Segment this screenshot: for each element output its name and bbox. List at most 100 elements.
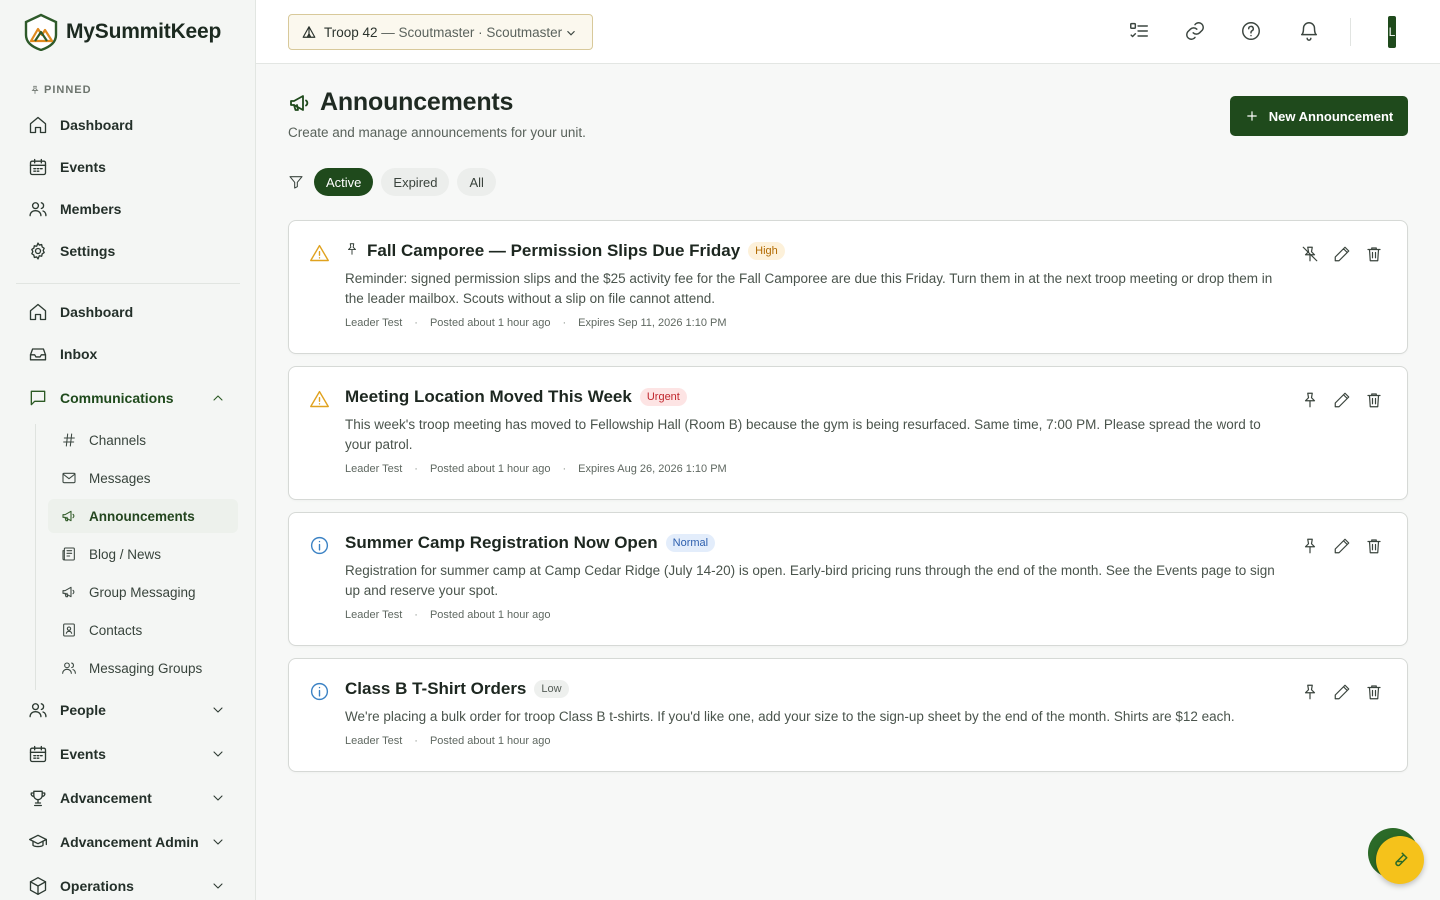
- sidebar-item-group-messaging[interactable]: Group Messaging: [48, 575, 238, 609]
- announcement-body: Registration for summer camp at Camp Ced…: [345, 563, 1275, 598]
- delete-button[interactable]: [1365, 537, 1383, 560]
- delete-button[interactable]: [1365, 683, 1383, 706]
- pinned-members[interactable]: Members: [16, 191, 240, 227]
- edit-button[interactable]: [1333, 391, 1351, 414]
- unit-selector[interactable]: Troop 42 — Scoutmaster · Scoutmaster: [288, 14, 593, 50]
- graduation-cap-icon: [29, 834, 47, 848]
- pin-icon: [1304, 392, 1316, 408]
- nav-events[interactable]: Events: [16, 736, 240, 772]
- sidebar-item-announcements[interactable]: Announcements: [48, 499, 238, 533]
- filter-expired[interactable]: Expired: [381, 168, 450, 196]
- sidebar-item-messaging-groups[interactable]: Messaging Groups: [48, 651, 238, 685]
- pin-button[interactable]: [1301, 391, 1319, 414]
- pencil-icon: [1334, 246, 1350, 262]
- help-button[interactable]: [1240, 20, 1264, 44]
- nav-dashboard[interactable]: Dashboard: [16, 294, 240, 330]
- delete-button[interactable]: [1365, 245, 1383, 268]
- announcement-meta: Leader Test · Posted about 1 hour ago: [345, 735, 551, 747]
- bell-icon: [1300, 22, 1318, 41]
- nav-people[interactable]: People: [16, 692, 240, 728]
- info-circle-icon: [309, 681, 331, 703]
- announcement-title: Summer Camp Registration Now Open: [345, 533, 658, 552]
- new-announcement-button[interactable]: New Announcement: [1230, 96, 1408, 136]
- nav-inbox[interactable]: Inbox: [16, 336, 240, 372]
- link-icon: [1186, 22, 1204, 40]
- warning-triangle-icon: [309, 243, 331, 265]
- announcement-title: Meeting Location Moved This Week: [345, 387, 632, 406]
- trash-icon: [1367, 393, 1381, 408]
- sidebar-divider: [16, 283, 240, 284]
- notifications-button[interactable]: [1298, 20, 1322, 44]
- announcement-card[interactable]: Meeting Location Moved This Week Urgent …: [288, 366, 1408, 500]
- dev-tools-fab[interactable]: [1376, 836, 1424, 884]
- nav-communications[interactable]: Communications: [16, 380, 240, 416]
- edit-button[interactable]: [1333, 245, 1351, 268]
- pinned-dashboard[interactable]: Dashboard: [16, 107, 240, 143]
- test-tube-icon: [1395, 852, 1408, 867]
- pin-off-icon: [1302, 246, 1318, 262]
- announcement-card[interactable]: Class B T-Shirt Orders Low We're placing…: [288, 658, 1408, 772]
- users-icon: [62, 662, 76, 674]
- sidebar-item-contacts[interactable]: Contacts: [48, 613, 238, 647]
- help-circle-icon: [1242, 22, 1260, 40]
- sidebar-item-blog-news[interactable]: Blog / News: [48, 537, 238, 571]
- edit-button[interactable]: [1333, 537, 1351, 560]
- trash-icon: [1367, 539, 1381, 554]
- posted-time: Posted about 1 hour ago: [429, 463, 551, 475]
- box-icon: [29, 877, 47, 895]
- author: Leader Test: [345, 735, 403, 747]
- edit-button[interactable]: [1333, 683, 1351, 706]
- topbar-separator: [1350, 18, 1351, 46]
- mail-icon: [62, 472, 76, 484]
- link-button[interactable]: [1184, 20, 1208, 44]
- home-icon: [29, 303, 47, 321]
- announcement-body: We're placing a bulk order for troop Cla…: [345, 709, 1235, 724]
- unit-name: Troop 42: [324, 24, 378, 40]
- pin-icon: [1304, 684, 1316, 700]
- newspaper-icon: [62, 547, 75, 561]
- avatar[interactable]: L: [1388, 16, 1396, 48]
- announcement-card[interactable]: Summer Camp Registration Now Open Normal…: [288, 512, 1408, 646]
- pin-button[interactable]: [1301, 683, 1319, 706]
- filter-bar: Active Expired All: [288, 168, 496, 196]
- plus-icon: [1247, 111, 1257, 121]
- checklist-icon: [1130, 22, 1148, 38]
- nav-advancement[interactable]: Advancement: [16, 780, 240, 816]
- sidebar-item-messages[interactable]: Messages: [48, 461, 238, 495]
- checklist-button[interactable]: [1128, 20, 1152, 44]
- logo-icon: [24, 13, 58, 51]
- sidebar-item-channels[interactable]: Channels: [48, 423, 238, 457]
- page-subtitle: Create and manage announcements for your…: [288, 125, 586, 140]
- posted-time: Posted about 1 hour ago: [429, 735, 551, 747]
- posted-time: Posted about 1 hour ago: [429, 609, 551, 621]
- filter-icon: [288, 174, 304, 190]
- chevron-down-icon: [213, 839, 223, 845]
- pinned-events[interactable]: Events: [16, 149, 240, 185]
- brand[interactable]: MySummitKeep: [24, 13, 221, 51]
- pinned-settings[interactable]: Settings: [16, 233, 240, 269]
- message-square-icon: [30, 390, 46, 406]
- nav-advancement-admin[interactable]: Advancement Admin: [16, 824, 240, 860]
- pencil-icon: [1334, 684, 1350, 700]
- chevron-up-icon: [213, 395, 223, 401]
- pencil-icon: [1334, 538, 1350, 554]
- announcement-body: Reminder: signed permission slips and th…: [345, 271, 1273, 306]
- pin-icon: [1304, 538, 1316, 554]
- priority-badge: Urgent: [639, 388, 687, 406]
- pin-button[interactable]: [1301, 537, 1319, 560]
- home-icon: [29, 116, 47, 134]
- inbox-icon: [29, 348, 47, 361]
- unpin-button[interactable]: [1301, 245, 1319, 268]
- trash-icon: [1367, 247, 1381, 262]
- announcement-meta: Leader Test · Posted about 1 hour ago: [345, 609, 551, 621]
- filter-all[interactable]: All: [457, 168, 496, 196]
- page-header: Announcements Create and manage announce…: [288, 88, 586, 140]
- pinned-icon: [345, 242, 359, 261]
- nav-operations[interactable]: Operations: [16, 868, 240, 900]
- announcement-card[interactable]: Fall Camporee — Permission Slips Due Fri…: [288, 220, 1408, 354]
- contact-book-icon: [63, 623, 75, 637]
- filter-active[interactable]: Active: [314, 168, 374, 196]
- author: Leader Test: [345, 609, 403, 621]
- megaphone-icon: [62, 510, 75, 522]
- delete-button[interactable]: [1365, 391, 1383, 414]
